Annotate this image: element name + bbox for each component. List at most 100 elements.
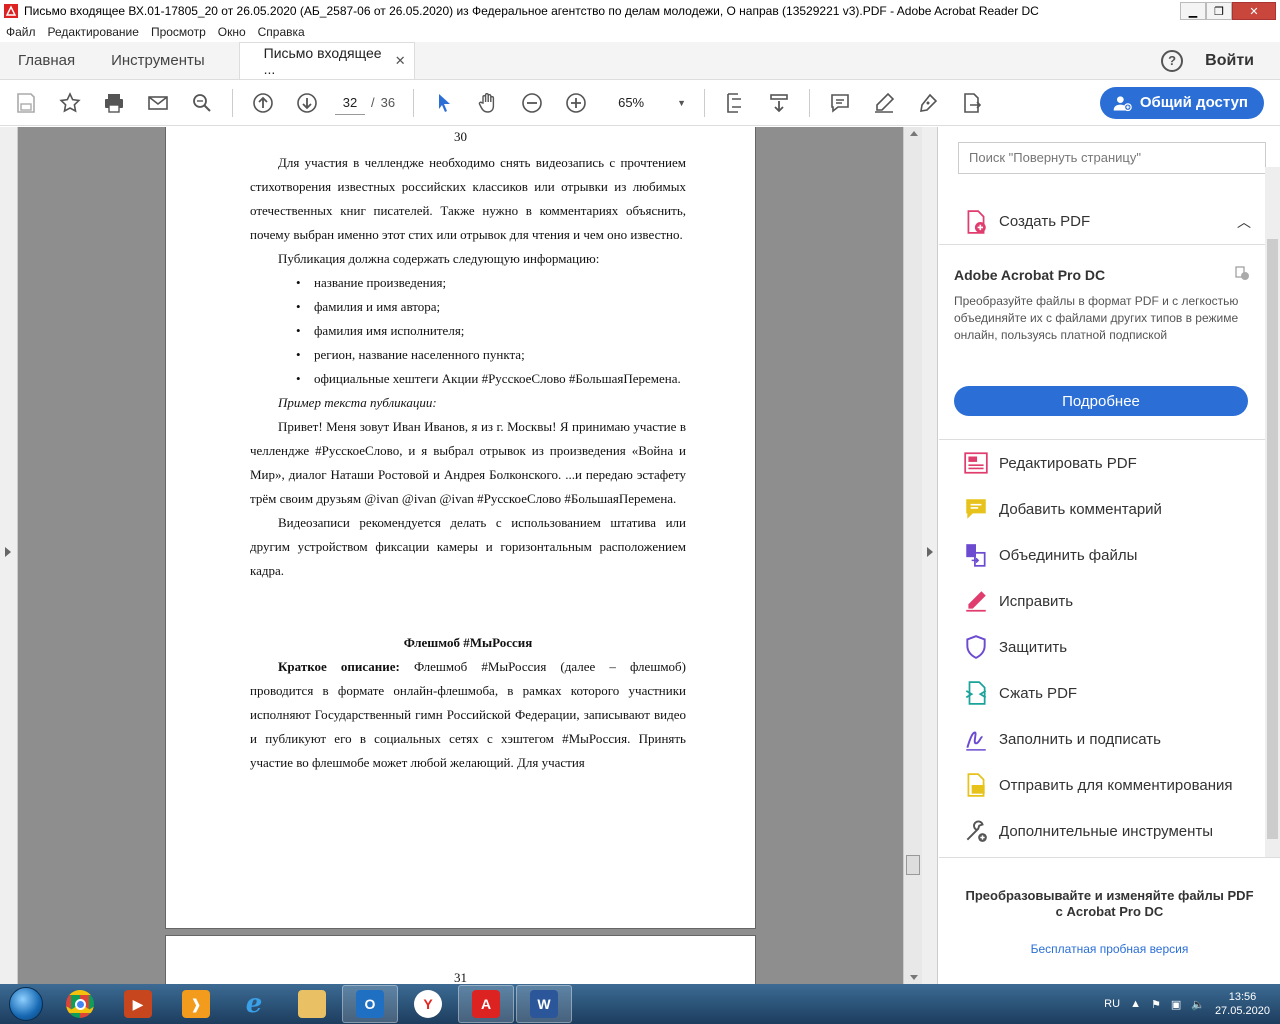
scroll-mode-button[interactable] xyxy=(757,81,801,125)
next-page-button[interactable] xyxy=(285,81,329,125)
clock-time: 13:56 xyxy=(1228,991,1257,1003)
print-button[interactable] xyxy=(92,81,136,125)
document-scrollbar[interactable] xyxy=(903,127,922,984)
page-display-button[interactable] xyxy=(713,81,757,125)
description-paragraph: Краткое описание: Флешмоб #МыРоссия (дал… xyxy=(250,655,686,775)
taskbar-app[interactable]: ❱ xyxy=(168,985,224,1023)
page-number-input[interactable]: 32 xyxy=(335,91,365,115)
comment-icon xyxy=(966,499,986,519)
help-icon[interactable]: ? xyxy=(1161,49,1184,72)
description-text: Флешмоб #МыРоссия (далее – флешмоб) пров… xyxy=(250,659,686,770)
save-button[interactable] xyxy=(4,81,48,125)
taskbar-yandex[interactable]: Y xyxy=(400,985,456,1023)
tool-more-tools[interactable]: Дополнительные инструменты xyxy=(939,808,1265,854)
taskbar-explorer[interactable] xyxy=(284,985,340,1023)
scroll-up-icon[interactable] xyxy=(910,131,918,136)
window-title: Письмо входящее ВХ.01-17805_20 от 26.05.… xyxy=(24,4,1039,18)
zoom-out-button[interactable] xyxy=(510,81,554,125)
clock[interactable]: 13:56 27.05.2020 xyxy=(1215,990,1270,1018)
tray-expand-icon[interactable]: ▲ xyxy=(1130,998,1141,1010)
prev-page-button[interactable] xyxy=(241,81,285,125)
taskbar-media-player[interactable]: ▶ xyxy=(110,985,166,1023)
tool-label: Исправить xyxy=(999,592,1074,610)
menu-view[interactable]: Просмотр xyxy=(145,25,212,39)
tool-fix[interactable]: Исправить xyxy=(939,578,1265,624)
select-tool-button[interactable] xyxy=(422,81,466,125)
volume-icon[interactable]: 🔈 xyxy=(1191,998,1205,1011)
flag-icon[interactable]: ⚑ xyxy=(1151,998,1161,1011)
tool-label: Защитить xyxy=(999,638,1068,656)
scrollbar-thumb[interactable] xyxy=(1267,239,1278,839)
scrollbar-thumb[interactable] xyxy=(906,855,920,875)
window-controls: ▁ ❐ ✕ xyxy=(1180,2,1276,20)
comment-button[interactable] xyxy=(818,81,862,125)
taskbar-outlook[interactable]: O xyxy=(342,985,398,1023)
taskbar-ie[interactable]: e xyxy=(226,985,282,1023)
signin-button[interactable]: Войти xyxy=(1205,52,1254,70)
add-user-icon xyxy=(1113,95,1132,111)
promo-title: Adobe Acrobat Pro DC xyxy=(954,267,1106,283)
send-file-button[interactable] xyxy=(950,81,994,125)
fountain-pen-icon xyxy=(920,93,938,112)
start-button[interactable] xyxy=(0,984,52,1024)
arrow-down-circle-icon xyxy=(297,92,317,113)
main-toolbar: 32 / 36 65% ▼ Общий доступ xyxy=(0,80,1280,126)
zoom-in-button[interactable] xyxy=(554,81,598,125)
create-pdf-icon xyxy=(967,209,986,234)
toolbar-divider xyxy=(413,88,415,117)
find-button[interactable] xyxy=(180,81,224,125)
page-text: Для участия в челлендже необходимо снять… xyxy=(250,151,686,775)
page-number: 30 xyxy=(454,129,467,144)
bookmark-star-button[interactable] xyxy=(48,81,92,125)
right-pane-toggle[interactable] xyxy=(922,127,938,984)
chevron-up-icon[interactable]: ︿ xyxy=(1237,212,1251,232)
scroll-down-icon[interactable] xyxy=(910,975,918,980)
arrow-up-circle-icon xyxy=(253,92,273,113)
taskbar-acrobat[interactable]: A xyxy=(458,985,514,1023)
taskbar-chrome[interactable] xyxy=(52,985,108,1023)
taskbar-word[interactable]: W xyxy=(516,985,572,1023)
menu-window[interactable]: Окно xyxy=(212,25,252,39)
document-viewer[interactable]: 30 Для участия в челлендже необходимо сн… xyxy=(0,127,922,984)
paragraph: Публикация должна содержать следующую ин… xyxy=(278,251,600,266)
highlight-button[interactable] xyxy=(862,81,906,125)
tab-tools[interactable]: Инструменты xyxy=(93,42,223,79)
zoom-select[interactable]: 65% ▼ xyxy=(618,95,688,110)
minimize-button[interactable]: ▁ xyxy=(1180,2,1206,20)
tools-search-input[interactable]: Поиск "Повернуть страницу" xyxy=(958,142,1266,174)
tool-fill-sign[interactable]: Заполнить и подписать xyxy=(939,716,1265,762)
tool-combine-files[interactable]: Объединить файлы xyxy=(939,532,1265,578)
tool-edit-pdf[interactable]: Редактировать PDF xyxy=(939,440,1265,486)
network-icon[interactable]: ▣ xyxy=(1171,998,1181,1011)
learn-more-button[interactable]: Подробнее xyxy=(954,386,1248,416)
tools-footer: Преобразовывайте и изменяйте файлы PDF с… xyxy=(939,857,1280,984)
maximize-button[interactable]: ❐ xyxy=(1206,2,1232,20)
language-indicator[interactable]: RU xyxy=(1104,998,1120,1010)
hand-tool-button[interactable] xyxy=(466,81,510,125)
tools-scrollbar[interactable] xyxy=(1265,167,1280,857)
left-pane-toggle[interactable] xyxy=(0,127,18,984)
toolbar-divider xyxy=(809,88,811,117)
menu-help[interactable]: Справка xyxy=(252,25,311,39)
close-tab-icon[interactable]: ✕ xyxy=(395,53,406,69)
tool-label: Добавить комментарий xyxy=(999,500,1162,518)
windows-logo-icon xyxy=(9,987,43,1021)
tab-document[interactable]: Письмо входящее ... ✕ xyxy=(238,42,415,79)
tool-send-for-review[interactable]: Отправить для комментирования xyxy=(939,762,1265,808)
tab-home[interactable]: Главная xyxy=(0,42,93,79)
email-button[interactable] xyxy=(136,81,180,125)
create-pdf-item[interactable]: Создать PDF ︿ xyxy=(939,199,1265,245)
create-pdf-label: Создать PDF xyxy=(999,213,1091,230)
share-button[interactable]: Общий доступ xyxy=(1099,86,1264,119)
pdf-page: 30 Для участия в челлендже необходимо сн… xyxy=(165,127,756,929)
tool-protect[interactable]: Защитить xyxy=(939,624,1265,670)
description-label: Краткое описание: xyxy=(278,659,400,674)
tool-compress-pdf[interactable]: Сжать PDF xyxy=(939,670,1265,716)
menu-file[interactable]: Файл xyxy=(0,25,42,39)
printer-icon xyxy=(105,93,123,113)
menu-edit[interactable]: Редактирование xyxy=(42,25,145,39)
free-trial-link[interactable]: Бесплатная пробная версия xyxy=(939,942,1280,956)
sign-button[interactable] xyxy=(906,81,950,125)
close-window-button[interactable]: ✕ xyxy=(1232,2,1276,20)
tool-add-comment[interactable]: Добавить комментарий xyxy=(939,486,1265,532)
